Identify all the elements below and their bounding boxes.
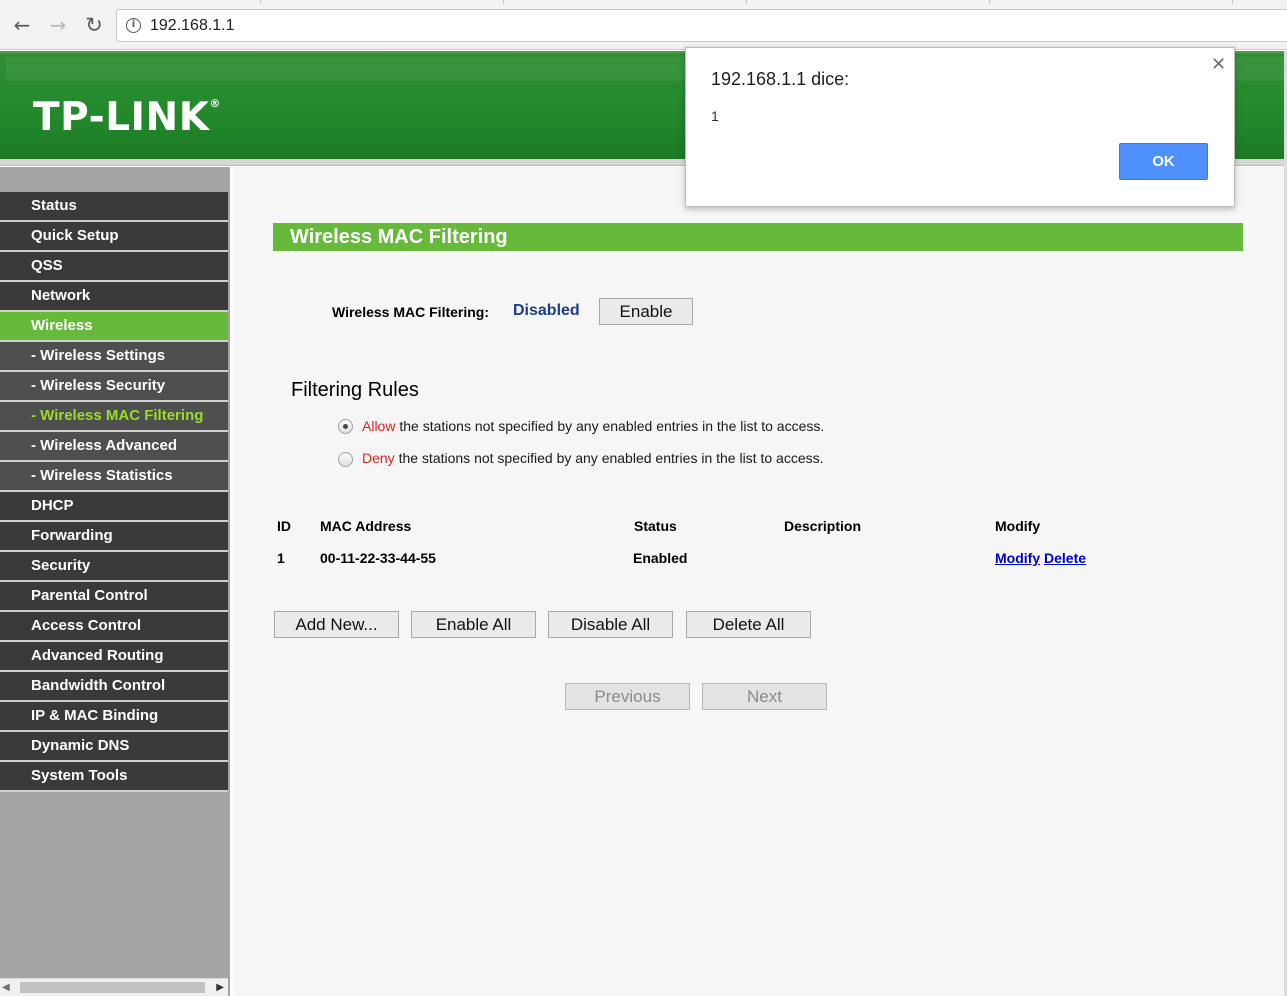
sidebar-item-wireless-security[interactable]: - Wireless Security <box>0 372 228 402</box>
scroll-right-icon[interactable]: ▶ <box>216 982 224 993</box>
sidebar-item-parental-control[interactable]: Parental Control <box>0 582 228 612</box>
sidebar-item-quick-setup[interactable]: Quick Setup <box>0 222 228 252</box>
forward-arrow-icon[interactable]: → <box>46 13 70 37</box>
column-header-mac: MAC Address <box>320 518 412 534</box>
scroll-left-icon[interactable]: ◀ <box>2 982 10 993</box>
sidebar-item-access-control[interactable]: Access Control <box>0 612 228 642</box>
allow-keyword: Allow <box>362 418 396 434</box>
alert-title: 192.168.1.1 dice: <box>711 69 850 89</box>
sidebar-item-qss[interactable]: QSS <box>0 252 228 282</box>
deny-keyword: Deny <box>362 450 395 466</box>
sidebar-item-wireless-statistics[interactable]: - Wireless Statistics <box>0 462 228 492</box>
tab-divider <box>989 0 990 4</box>
info-icon[interactable]: i <box>126 18 141 33</box>
tab-strip <box>260 0 1287 4</box>
sidebar-item-wireless[interactable]: Wireless <box>0 312 228 342</box>
reload-icon[interactable]: ↻ <box>82 13 106 37</box>
enable-all-button[interactable]: Enable All <box>411 611 536 638</box>
sidebar-item-system-tools[interactable]: System Tools <box>0 762 228 792</box>
column-header-description: Description <box>784 518 862 534</box>
sidebar-item-wireless-mac-filtering[interactable]: - Wireless MAC Filtering <box>0 402 228 432</box>
url-text[interactable]: 192.168.1.1 <box>150 17 235 35</box>
filtering-rules-heading: Filtering Rules <box>291 379 419 401</box>
delete-all-button[interactable]: Delete All <box>686 611 811 638</box>
sidebar-item-ip-mac-binding[interactable]: IP & MAC Binding <box>0 702 228 732</box>
browser-toolbar: ← → ↻ i 192.168.1.1 <box>0 0 1287 50</box>
allow-description: the stations not specified by any enable… <box>395 418 825 434</box>
tab-divider <box>503 0 504 4</box>
deny-radio[interactable] <box>338 452 353 467</box>
sidebar-item-dynamic-dns[interactable]: Dynamic DNS <box>0 732 228 762</box>
sidebar-item-advanced-routing[interactable]: Advanced Routing <box>0 642 228 672</box>
sidebar-item-network[interactable]: Network <box>0 282 228 312</box>
registered-mark: ® <box>209 97 221 110</box>
next-button[interactable]: Next <box>702 683 827 710</box>
page-title: Wireless MAC Filtering <box>273 223 1243 251</box>
sidebar-item-bandwidth-control[interactable]: Bandwidth Control <box>0 672 228 702</box>
allow-radio[interactable] <box>338 419 353 434</box>
tab-divider <box>260 0 261 4</box>
column-header-modify: Modify <box>995 518 1041 534</box>
enable-button[interactable]: Enable <box>599 298 693 325</box>
add-new-button[interactable]: Add New... <box>274 611 399 638</box>
ok-button[interactable]: OK <box>1119 143 1208 180</box>
sidebar-menu: Status Quick Setup QSS Network Wireless - Wir… <box>0 192 228 792</box>
delete-link[interactable]: Delete <box>1044 550 1086 566</box>
tab-divider <box>746 0 747 4</box>
sidebar-item-wireless-advanced[interactable]: - Wireless Advanced <box>0 432 228 462</box>
deny-description: the stations not specified by any enable… <box>394 450 824 466</box>
main-content: Wireless MAC Filtering Wireless MAC Filt… <box>233 167 1287 996</box>
modify-link[interactable]: Modify <box>995 550 1040 566</box>
sidebar-item-wireless-settings[interactable]: - Wireless Settings <box>0 342 228 372</box>
back-arrow-icon[interactable]: ← <box>10 13 34 37</box>
deny-rule-text: Deny the stations not specified by any e… <box>362 450 824 466</box>
alert-message: 1 <box>711 108 719 124</box>
sidebar-item-dhcp[interactable]: DHCP <box>0 492 228 522</box>
mac-filtering-status: Disabled <box>513 302 580 319</box>
logo-text: TP-LINK <box>33 95 210 140</box>
scrollbar-thumb[interactable] <box>20 982 205 993</box>
row-status: Enabled <box>633 550 688 566</box>
sidebar-item-forwarding[interactable]: Forwarding <box>0 522 228 552</box>
address-bar[interactable]: i 192.168.1.1 <box>116 9 1287 42</box>
mac-filtering-label: Wireless MAC Filtering: <box>332 304 490 320</box>
sidebar: Status Quick Setup QSS Network Wireless - Wir… <box>0 167 233 996</box>
allow-rule-text: Allow the stations not specified by any … <box>362 418 824 434</box>
row-actions: Modify Delete <box>995 550 1086 566</box>
horizontal-scrollbar[interactable]: ◀ ▶ <box>0 978 228 996</box>
row-id: 1 <box>277 550 285 566</box>
column-header-id: ID <box>277 518 291 534</box>
close-icon[interactable]: ✕ <box>1211 54 1226 75</box>
row-mac-address: 00-11-22-33-44-55 <box>320 550 436 566</box>
radio-selected-dot <box>343 424 348 429</box>
column-header-status: Status <box>634 518 677 534</box>
tab-divider <box>1232 0 1233 4</box>
sidebar-item-security[interactable]: Security <box>0 552 228 582</box>
disable-all-button[interactable]: Disable All <box>548 611 673 638</box>
tplink-logo: TP-LINK® <box>33 95 221 140</box>
previous-button[interactable]: Previous <box>565 683 690 710</box>
alert-dialog: 192.168.1.1 dice: ✕ 1 OK <box>685 47 1235 207</box>
sidebar-item-status[interactable]: Status <box>0 192 228 222</box>
